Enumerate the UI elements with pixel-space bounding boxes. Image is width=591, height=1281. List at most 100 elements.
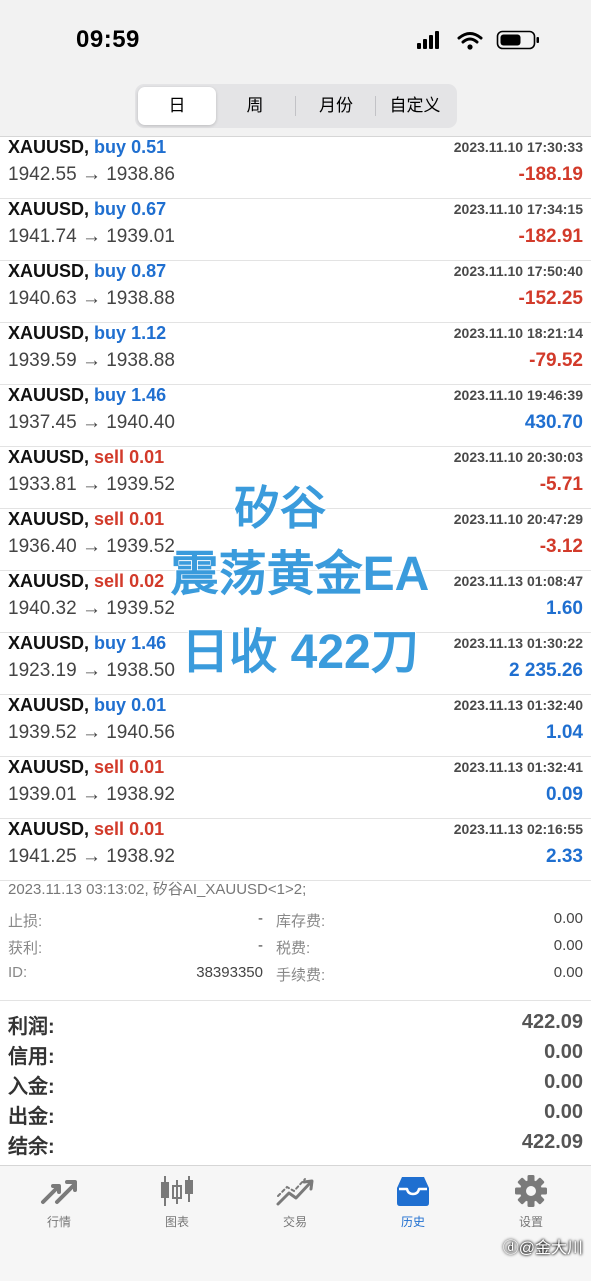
trade-profit: 2 235.26: [509, 660, 583, 681]
trade-profit: 1.60: [546, 598, 583, 619]
trade-side: buy: [94, 385, 127, 405]
trade-side: buy: [94, 199, 127, 219]
watermark: ⓓ@金大川: [502, 1240, 583, 1257]
period-selector-bar: 日 周 月份 自定义: [0, 80, 591, 137]
swap-label: 库存费:: [276, 913, 326, 930]
trade-volume: 0.01: [129, 757, 165, 777]
trade-close-time: 2023.11.13 01:32:40: [453, 697, 583, 713]
cellular-signal-icon: [417, 31, 439, 49]
trade-volume: 0.01: [129, 819, 165, 839]
summary-row: 出金: 0.00: [0, 1098, 591, 1128]
segment-divider: [295, 96, 296, 116]
summary-row: 信用: 0.00: [0, 1038, 591, 1068]
trade-prices: 1937.45 → 1940.40: [8, 412, 175, 433]
trade-volume: 0.01: [129, 447, 165, 467]
order-id-value: 38393350: [196, 964, 263, 981]
summary-label: 结余:: [8, 1136, 55, 1158]
trade-row[interactable]: XAUUSD, buy 0.87 2023.11.10 17:50:40 1940.…: [0, 261, 591, 323]
trade-prices: 1923.19 → 1938.50: [8, 660, 175, 681]
trade-symbol: XAUUSD, sell 0.01: [8, 447, 164, 468]
period-tab-week[interactable]: 周: [216, 87, 294, 125]
tab-settings[interactable]: 设置: [472, 1174, 590, 1230]
trade-row[interactable]: XAUUSD, buy 1.46 2023.11.10 19:46:39 1937.…: [0, 385, 591, 447]
tab-quotes[interactable]: 行情: [0, 1174, 118, 1230]
summary-value: 422.09: [521, 1131, 583, 1153]
trade-row[interactable]: XAUUSD, buy 0.01 2023.11.13 01:32:40 1939.…: [0, 695, 591, 757]
trade-profit: 1.04: [546, 722, 583, 743]
trade-symbol: XAUUSD, sell 0.01: [8, 509, 164, 530]
commission-value: 0.00: [553, 964, 583, 981]
trade-profit: -5.71: [539, 474, 583, 495]
trade-volume: 0.01: [129, 509, 165, 529]
trade-side: buy: [94, 695, 127, 715]
order-detail-panel: 2023.11.13 03:13:02, 矽谷AI_XAUUSD<1>2; 止损…: [0, 870, 591, 1001]
summary-label: 利润:: [8, 1016, 55, 1038]
summary-label: 信用:: [8, 1046, 55, 1068]
summary-row: 入金: 0.00: [0, 1068, 591, 1098]
period-tab-day[interactable]: 日: [138, 87, 216, 125]
tab-label: 设置: [518, 1215, 543, 1229]
trade-symbol: XAUUSD, buy 1.46: [8, 633, 166, 654]
overlay-daily-profit: 日收 422刀: [180, 625, 419, 680]
wifi-icon: [457, 32, 483, 50]
trade-volume: 0.01: [131, 695, 167, 715]
period-tab-month[interactable]: 月份: [297, 87, 375, 125]
trade-close-time: 2023.11.10 17:50:40: [453, 263, 583, 279]
trade-row[interactable]: XAUUSD, buy 1.12 2023.11.10 18:21:14 1939.…: [0, 323, 591, 385]
trade-profit: -79.52: [529, 350, 583, 371]
account-summary: 利润: 422.09 信用: 0.00 入金: 0.00 出金: 0.00 结余: 422.09: [0, 1008, 591, 1158]
quotes-arrows-icon: [41, 1180, 77, 1204]
trade-symbol-name: XAUUSD,: [8, 447, 90, 467]
trade-close-time: 2023.11.13 01:30:22: [453, 635, 583, 651]
tax-label: 税费:: [276, 940, 311, 957]
trade-symbol-name: XAUUSD,: [8, 571, 90, 591]
trade-close-time: 2023.11.13 01:08:47: [453, 573, 583, 589]
trade-close-time: 2023.11.13 01:32:41: [453, 759, 583, 775]
trade-symbol-name: XAUUSD,: [8, 385, 90, 405]
trade-side: sell: [94, 571, 125, 591]
status-time: 09:59: [76, 26, 140, 53]
tab-history[interactable]: 历史: [354, 1174, 472, 1230]
trade-profit: -182.91: [518, 226, 583, 247]
tab-trade[interactable]: 交易: [236, 1174, 354, 1230]
trade-symbol-name: XAUUSD,: [8, 695, 90, 715]
trade-volume: 0.51: [131, 137, 167, 157]
trade-side: buy: [94, 261, 127, 281]
summary-row: 结余: 422.09: [0, 1128, 591, 1158]
tab-label: 历史: [400, 1215, 425, 1229]
summary-label: 出金:: [8, 1106, 55, 1128]
overlay-title: 矽谷: [233, 481, 327, 535]
trade-row[interactable]: XAUUSD, buy 0.67 2023.11.10 17:34:15 1941.…: [0, 199, 591, 261]
trade-close-time: 2023.11.10 17:34:15: [453, 201, 583, 217]
tab-label: 图表: [164, 1215, 189, 1229]
take-profit-label: 获利:: [8, 940, 43, 957]
trade-row[interactable]: XAUUSD, sell 0.01 2023.11.13 01:32:41 1939…: [0, 757, 591, 819]
trade-symbol: XAUUSD, buy 1.12: [8, 323, 166, 344]
summary-value: 422.09: [521, 1011, 583, 1033]
trade-volume: 0.67: [131, 199, 167, 219]
trade-side: buy: [94, 633, 127, 653]
tab-chart[interactable]: 图表: [118, 1174, 236, 1230]
trade-symbol-name: XAUUSD,: [8, 261, 90, 281]
trade-symbol: XAUUSD, buy 0.67: [8, 199, 166, 220]
trade-profit: -152.25: [518, 288, 583, 309]
order-id-label: ID:: [8, 964, 28, 981]
trade-trend-icon: [276, 1178, 314, 1206]
trade-side: sell: [94, 447, 125, 467]
status-icons: [417, 30, 539, 50]
trade-symbol-name: XAUUSD,: [8, 509, 90, 529]
trade-side: sell: [94, 819, 125, 839]
trade-close-time: 2023.11.13 02:16:55: [453, 821, 583, 837]
tax-value: 0.00: [553, 937, 583, 954]
trade-symbol-name: XAUUSD,: [8, 819, 90, 839]
trade-prices: 1941.74 → 1939.01: [8, 226, 175, 247]
trade-row[interactable]: XAUUSD, buy 0.51 2023.11.10 17:30:33 1942.…: [0, 137, 591, 199]
trade-profit: -3.12: [539, 536, 583, 557]
order-comment: 2023.11.13 03:13:02, 矽谷AI_XAUUSD<1>2;: [8, 881, 307, 898]
period-tab-custom[interactable]: 自定义: [376, 87, 454, 125]
trade-close-time: 2023.11.10 20:47:29: [453, 511, 583, 527]
trade-prices: 1940.63 → 1938.88: [8, 288, 175, 309]
trade-symbol: XAUUSD, sell 0.01: [8, 757, 164, 778]
trade-symbol-name: XAUUSD,: [8, 633, 90, 653]
summary-value: 0.00: [544, 1101, 583, 1123]
